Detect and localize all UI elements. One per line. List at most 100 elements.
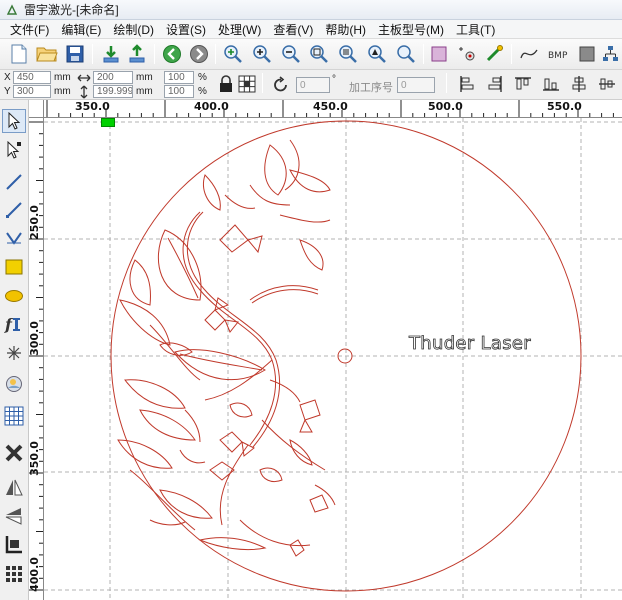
- height-unit-label: mm: [136, 86, 153, 97]
- bitmap-icon[interactable]: BMP: [546, 43, 572, 65]
- ruler-y-350: 350.0: [29, 441, 41, 476]
- rectangle-select-icon[interactable]: [428, 43, 450, 65]
- ruler-x-500: 500.0: [428, 100, 463, 113]
- process-order-field[interactable]: [397, 77, 435, 93]
- node-select-icon[interactable]: [2, 138, 26, 162]
- menu-settings[interactable]: 设置(S): [160, 21, 212, 38]
- menu-draw[interactable]: 绘制(D): [107, 21, 160, 38]
- main-toolbar: BMP: [0, 39, 622, 70]
- zoom-all-icon[interactable]: [337, 43, 359, 65]
- drawing-canvas[interactable]: Thuder Laser: [44, 118, 622, 600]
- width-field[interactable]: [93, 71, 133, 84]
- width-arrow-icon: [77, 74, 91, 82]
- align-icon[interactable]: [2, 532, 26, 556]
- new-file-icon[interactable]: [8, 43, 30, 65]
- align-right-icon[interactable]: [484, 73, 506, 95]
- x-label: X: [4, 72, 11, 83]
- y-label: Y: [4, 86, 11, 97]
- rectangle-tool-icon[interactable]: [2, 255, 26, 279]
- ruler-corner: [29, 100, 44, 118]
- menu-board-model[interactable]: 主板型号(M): [372, 21, 450, 38]
- menu-tools[interactable]: 工具(T): [450, 21, 501, 38]
- zoom-page-icon[interactable]: [308, 43, 330, 65]
- menu-process[interactable]: 处理(W): [212, 21, 267, 38]
- ruler-x-400: 400.0: [194, 100, 229, 113]
- polyline-icon[interactable]: [2, 198, 26, 222]
- curve-icon[interactable]: [518, 43, 540, 65]
- smooth-icon[interactable]: [484, 43, 506, 65]
- vertical-ruler-ticks: [29, 121, 43, 591]
- window-title: 雷宇激光-[未命名]: [24, 3, 119, 17]
- ellipse-tool-icon[interactable]: [2, 284, 26, 308]
- degree-symbol: °: [332, 74, 336, 85]
- export-icon[interactable]: [126, 43, 148, 65]
- align-center-v-icon[interactable]: [596, 73, 618, 95]
- zoom-fit-icon[interactable]: [366, 43, 388, 65]
- ruler-x-350: 350.0: [75, 100, 110, 113]
- canvas-grid: [44, 118, 622, 600]
- open-folder-icon[interactable]: [36, 43, 58, 65]
- ruler-y-250: 250.0: [29, 205, 41, 240]
- title-bar: 雷宇激光-[未命名]: [0, 0, 622, 20]
- origin-marker[interactable]: [101, 118, 115, 127]
- ruler-y-400: 400.0: [29, 557, 41, 592]
- menu-help[interactable]: 帮助(H): [319, 21, 372, 38]
- save-icon[interactable]: [64, 43, 86, 65]
- zoom-in-icon[interactable]: [222, 43, 244, 65]
- bitmap-import-icon[interactable]: [2, 372, 26, 396]
- vertical-ruler[interactable]: 250.0 300.0 350.0 400.0: [29, 118, 44, 600]
- x-unit-label: mm: [54, 72, 71, 83]
- align-left-icon[interactable]: [456, 73, 478, 95]
- array-copy-icon[interactable]: [2, 562, 26, 586]
- position-grid-icon[interactable]: [236, 73, 258, 95]
- y-position-field[interactable]: [13, 85, 51, 98]
- horizontal-ruler[interactable]: 350.0 400.0 450.0 500.0 550.0: [44, 100, 622, 118]
- height-field[interactable]: [93, 85, 133, 98]
- line-icon[interactable]: [2, 170, 26, 194]
- import-icon[interactable]: [100, 43, 122, 65]
- forward-icon[interactable]: [188, 43, 210, 65]
- height-arrow-icon: [80, 85, 88, 99]
- node-edit-icon[interactable]: [456, 43, 478, 65]
- back-icon[interactable]: [161, 43, 183, 65]
- align-center-h-icon[interactable]: [568, 73, 590, 95]
- y-unit-label: mm: [54, 86, 71, 97]
- tree-icon[interactable]: [600, 43, 622, 65]
- app-icon: [6, 3, 18, 15]
- frame-icon[interactable]: [576, 43, 598, 65]
- zoom-plus-icon[interactable]: [251, 43, 273, 65]
- grid-array-icon[interactable]: [2, 404, 26, 428]
- design-artwork[interactable]: [44, 118, 622, 600]
- scale-y-field[interactable]: [164, 85, 194, 98]
- select-arrow-icon[interactable]: [2, 109, 26, 133]
- thuder-laser-text[interactable]: Thuder Laser: [409, 333, 531, 355]
- menu-file[interactable]: 文件(F): [4, 21, 55, 38]
- menu-edit[interactable]: 编辑(E): [55, 21, 107, 38]
- dot-array-icon[interactable]: [2, 341, 26, 365]
- align-bottom-icon[interactable]: [540, 73, 562, 95]
- ruler-x-550: 550.0: [547, 100, 582, 113]
- x-position-field[interactable]: [13, 71, 51, 84]
- menu-view[interactable]: 查看(V): [267, 21, 319, 38]
- text-tool-icon[interactable]: f: [2, 312, 26, 336]
- ruler-y-300: 300.0: [29, 321, 41, 356]
- zoom-select-icon[interactable]: [395, 43, 417, 65]
- menu-bar: 文件(F) 编辑(E) 绘制(D) 设置(S) 处理(W) 查看(V) 帮助(H…: [0, 20, 622, 39]
- svg-text:f: f: [4, 315, 15, 334]
- svg-text:BMP: BMP: [548, 51, 568, 61]
- drawing-toolbox: f: [0, 100, 29, 600]
- process-order-label: 加工序号: [349, 82, 393, 94]
- width-unit-label: mm: [136, 72, 153, 83]
- ruler-x-450: 450.0: [313, 100, 348, 113]
- rotation-field[interactable]: [296, 77, 330, 93]
- scale-x-field[interactable]: [164, 71, 194, 84]
- zoom-minus-icon[interactable]: [280, 43, 302, 65]
- rotate-icon[interactable]: [270, 74, 292, 96]
- mirror-h-icon[interactable]: [2, 476, 26, 500]
- align-top-icon[interactable]: [512, 73, 534, 95]
- curve-tool-icon[interactable]: [2, 226, 26, 250]
- mirror-v-icon[interactable]: [2, 504, 26, 528]
- scale-y-percent: %: [198, 86, 207, 97]
- delete-cross-icon[interactable]: [2, 441, 26, 465]
- lock-ratio-icon[interactable]: [215, 73, 237, 95]
